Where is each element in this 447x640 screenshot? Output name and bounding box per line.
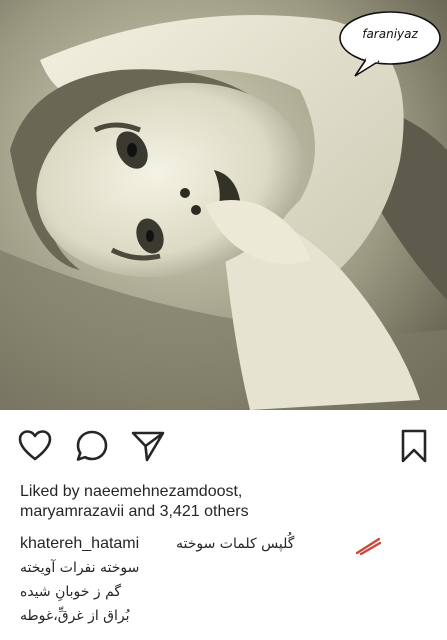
liker-username[interactable]: maryamrazavii (20, 503, 124, 520)
watermark-bubble (339, 11, 441, 77)
heart-icon[interactable] (17, 428, 53, 464)
bookmark-icon[interactable] (396, 428, 432, 464)
likes-summary: Liked by naeemehnezamdoost, maryamrazavi… (20, 482, 430, 522)
likes-prefix: Liked by (20, 483, 80, 500)
liker-username[interactable]: naeemehnezamdoost, (84, 483, 242, 500)
action-bar (0, 418, 447, 474)
caption-line-1: گُلپس کلمات سوخته (176, 536, 295, 552)
caption-line-4: بُراق از غرقِّ،غوطه (20, 608, 130, 624)
watermark-text: faraniyaz (362, 27, 418, 41)
caption-line-3: گم ز خوبانِ شیده (20, 584, 122, 600)
caption-line-2: سوخته نفرات آویخته (20, 560, 140, 576)
caption-username[interactable]: khatereh_hatami (20, 535, 139, 552)
comment-icon[interactable] (74, 428, 110, 464)
likes-connector: and (128, 503, 156, 520)
likes-count[interactable]: 3,421 others (160, 503, 249, 520)
chopsticks-icon (355, 537, 381, 555)
share-icon[interactable] (130, 428, 166, 464)
